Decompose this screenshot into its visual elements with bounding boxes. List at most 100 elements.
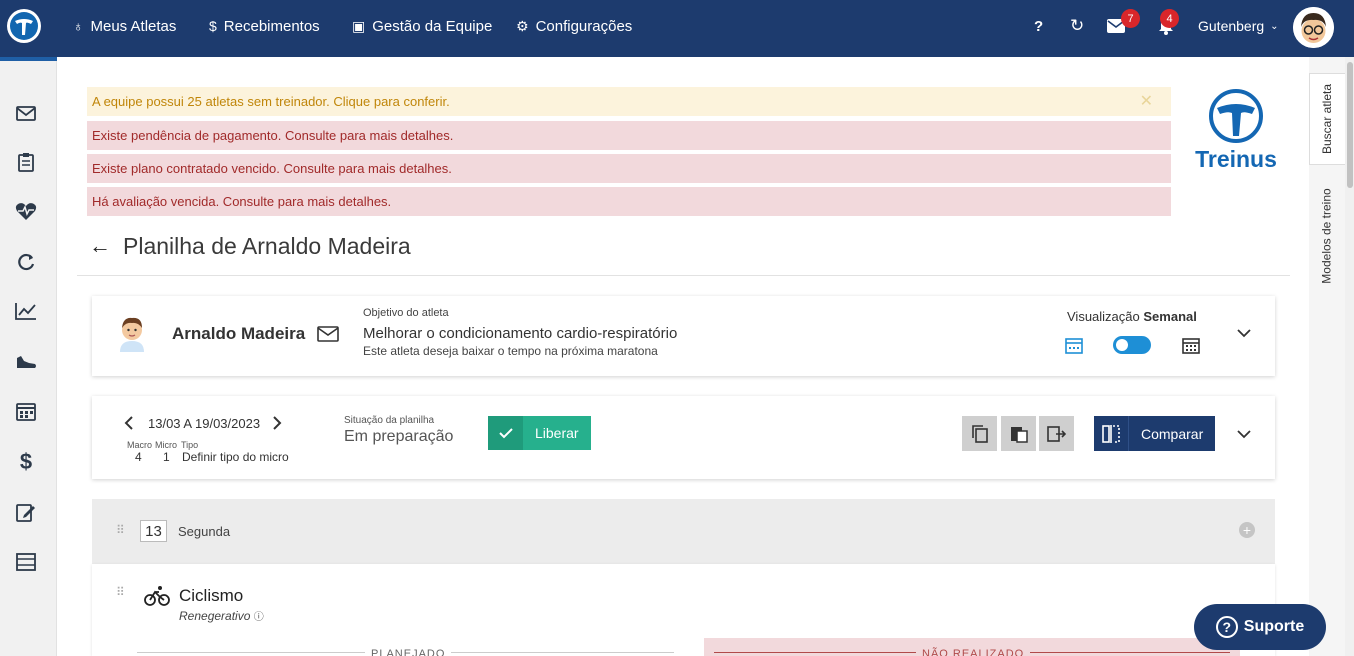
day-header: ⠿ 13 Segunda +	[92, 499, 1275, 564]
add-icon[interactable]: +	[1239, 522, 1255, 538]
calendar-month-icon[interactable]	[1182, 336, 1200, 359]
not-done-label: NÃO REALIZADO	[916, 648, 1031, 656]
running-shoe-icon[interactable]	[13, 349, 39, 375]
treinus-logo-icon	[9, 12, 38, 40]
top-navbar: ♁ Meus Atletas $ Recebimentos ▣ Gestão d…	[0, 0, 1354, 57]
nav-recebimentos[interactable]: $ Recebimentos	[209, 0, 320, 52]
envelope-icon[interactable]	[317, 326, 339, 347]
brand-name: Treinus	[1195, 146, 1277, 172]
macro-value: 4	[135, 450, 142, 464]
scrollbar-thumb[interactable]	[1347, 62, 1353, 188]
nav-configuracoes[interactable]: ⚙ Configurações	[516, 0, 632, 52]
copy-button[interactable]	[962, 416, 997, 451]
heart-pulse-icon[interactable]	[13, 198, 39, 224]
alert-payment-pending[interactable]: Existe pendência de pagamento. Consulte …	[87, 121, 1171, 150]
film-strip-icon[interactable]	[13, 549, 39, 575]
status-value: Em preparação	[344, 428, 454, 445]
alert-evaluation-expired[interactable]: Há avaliação vencida. Consulte para mais…	[87, 187, 1171, 216]
view-mode-label: Visualização Semanal	[1067, 309, 1197, 324]
user-menu[interactable]: Gutenberg ⌄	[1198, 0, 1279, 52]
sync-icon[interactable]: ↻	[1070, 0, 1084, 52]
planned-label: PLANEJADO	[365, 648, 452, 656]
id-card-icon: ▣	[352, 17, 366, 34]
support-label: Suporte	[1243, 618, 1305, 635]
nav-gestao-equipe[interactable]: ▣ Gestão da Equipe	[352, 0, 492, 52]
tipo-value[interactable]: Definir tipo do micro	[182, 450, 289, 464]
status-label: Situação da planilha	[344, 415, 435, 426]
athlete-avatar-icon	[120, 317, 144, 352]
close-icon[interactable]: ✕	[1140, 91, 1153, 111]
calendar-week-icon[interactable]	[1065, 336, 1083, 359]
tab-modelos-treino[interactable]: Modelos de treino	[1309, 180, 1345, 292]
check-icon	[488, 416, 523, 450]
paste-icon	[1010, 426, 1028, 443]
activity-card: ⠿ Ciclismo Renegerativo ⓘ PLANEJADO NÃO …	[92, 564, 1275, 656]
micro-value: 1	[163, 450, 170, 464]
alert-athletes-without-coach[interactable]: A equipe possui 25 atletas sem treinador…	[87, 87, 1171, 116]
alert-text: Há avaliação vencida. Consulte para mais…	[92, 194, 392, 209]
avatar[interactable]	[1293, 7, 1334, 48]
nav-label: Configurações	[535, 17, 633, 35]
sidebar-top-strip	[0, 57, 57, 61]
medal-icon: ♁	[73, 18, 84, 34]
athlete-name: Arnaldo Madeira	[172, 324, 306, 343]
objective-text: Melhorar o condicionamento cardio-respir…	[363, 325, 678, 342]
view-toggle[interactable]	[1113, 336, 1151, 354]
day-number: 13	[140, 520, 167, 542]
previous-week-icon[interactable]	[124, 416, 134, 435]
drag-handle-icon[interactable]: ⠿	[116, 523, 126, 537]
alert-plan-expired[interactable]: Existe plano contratado vencido. Consult…	[87, 154, 1171, 183]
paste-special-icon	[1046, 425, 1066, 442]
next-week-icon[interactable]	[272, 416, 282, 435]
chevron-down-icon[interactable]	[1237, 426, 1251, 444]
release-label: Liberar	[535, 425, 579, 441]
messages-icon[interactable]	[1107, 0, 1125, 52]
chart-line-icon[interactable]	[13, 298, 39, 324]
cycle-icon[interactable]	[13, 249, 39, 275]
week-card: 13/03 A 19/03/2023 Macro Micro Tipo 4 1 …	[92, 396, 1275, 479]
nav-label: Recebimentos	[223, 17, 320, 35]
treinus-logo-icon	[1209, 89, 1263, 143]
activity-name[interactable]: Ciclismo	[179, 586, 243, 606]
mail-icon[interactable]	[13, 100, 39, 126]
help-icon[interactable]: ?	[1034, 0, 1043, 52]
calendar-icon[interactable]	[13, 398, 39, 424]
tab-buscar-atleta[interactable]: Buscar atleta	[1309, 73, 1345, 165]
athlete-avatar	[116, 314, 148, 352]
toggle-knob	[1116, 339, 1128, 351]
drag-handle-icon[interactable]: ⠿	[116, 585, 126, 599]
app-logo[interactable]	[0, 0, 47, 52]
compare-button[interactable]: Comparar	[1094, 416, 1215, 451]
chevron-down-icon: ⌄	[1270, 20, 1279, 32]
copy-icon	[971, 424, 988, 443]
activity-type: Renegerativo ⓘ	[179, 608, 264, 623]
edit-note-icon[interactable]	[13, 499, 39, 525]
tipo-label: Tipo	[181, 440, 199, 450]
paste-special-button[interactable]	[1039, 416, 1074, 451]
paste-button[interactable]	[1001, 416, 1036, 451]
nav-label: Meus Atletas	[90, 17, 177, 35]
tab-label: Modelos de treino	[1320, 188, 1335, 284]
info-icon[interactable]: ⓘ	[254, 612, 264, 623]
release-button[interactable]: Liberar	[488, 416, 591, 450]
alert-text: Existe pendência de pagamento. Consulte …	[92, 128, 454, 143]
page-title: Planilha de Arnaldo Madeira	[123, 233, 411, 259]
brand-logo: Treinus	[1186, 88, 1286, 174]
title-divider	[77, 275, 1290, 276]
gears-icon: ⚙	[516, 17, 529, 34]
day-name: Segunda	[178, 524, 231, 539]
user-name: Gutenberg	[1198, 18, 1265, 34]
clipboard-icon[interactable]	[13, 149, 39, 175]
week-range: 13/03 A 19/03/2023	[148, 416, 261, 431]
bicycle-icon	[144, 584, 170, 611]
dollar-icon[interactable]: $	[13, 449, 39, 475]
objective-note: Este atleta deseja baixar o tempo na pró…	[363, 344, 658, 358]
nav-meus-atletas[interactable]: ♁ Meus Atletas	[73, 0, 176, 52]
alert-text: A equipe possui 25 atletas sem treinador…	[92, 94, 450, 109]
user-avatar-icon	[1293, 7, 1334, 48]
chevron-down-icon[interactable]	[1237, 322, 1251, 343]
support-button[interactable]: ? Suporte	[1194, 604, 1326, 650]
compare-icon	[1094, 416, 1129, 451]
back-arrow-icon[interactable]: ←	[89, 233, 111, 259]
tab-label: Buscar atleta	[1320, 83, 1335, 155]
